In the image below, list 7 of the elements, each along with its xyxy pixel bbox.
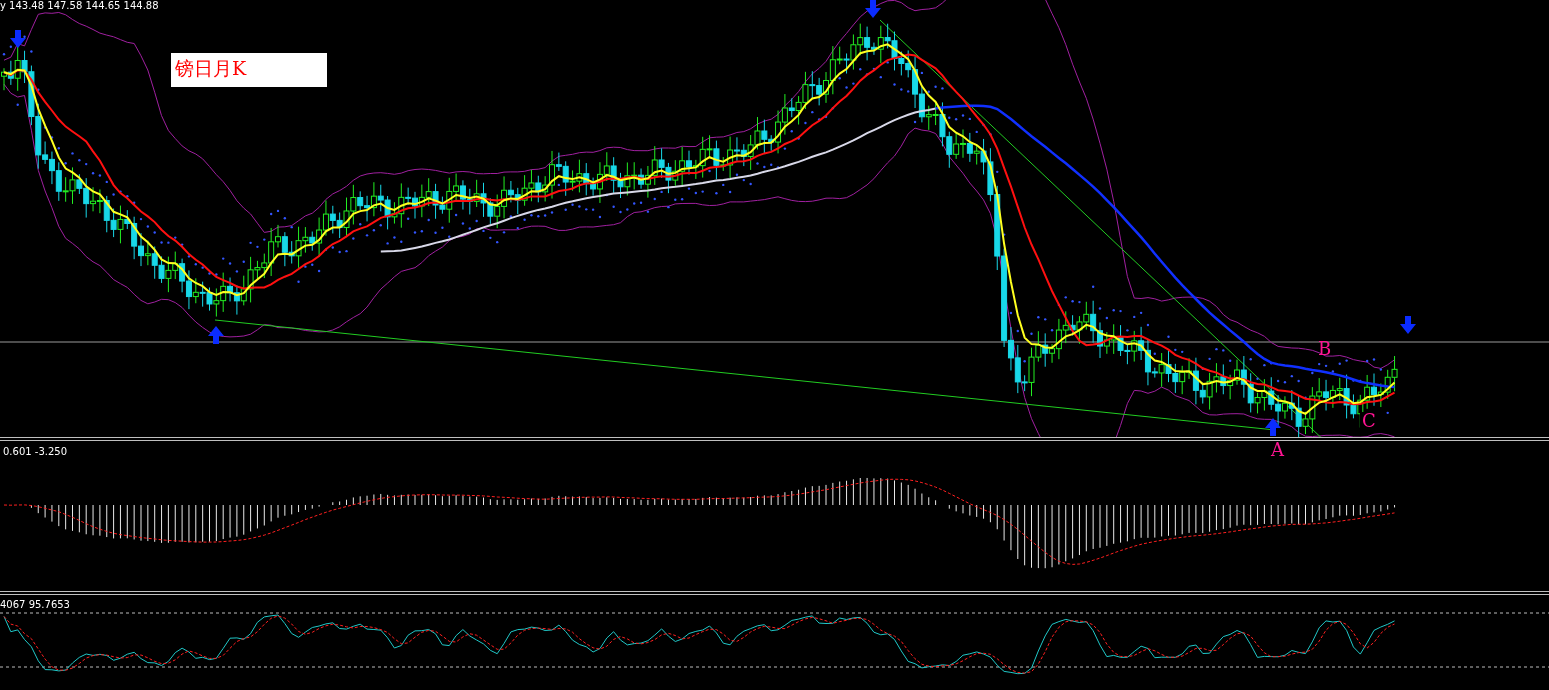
point-label: C xyxy=(1360,412,1378,430)
point-label: A xyxy=(1270,441,1286,459)
macd-reading: 0.601 -3.250 xyxy=(3,445,68,459)
chart-label: 镑日月K xyxy=(171,53,327,87)
price-header: y 143.48 147.58 144.65 144.88 xyxy=(0,0,159,11)
stochastic-reading: 4067 95.7653 xyxy=(0,598,70,612)
point-label: B xyxy=(1317,340,1333,358)
